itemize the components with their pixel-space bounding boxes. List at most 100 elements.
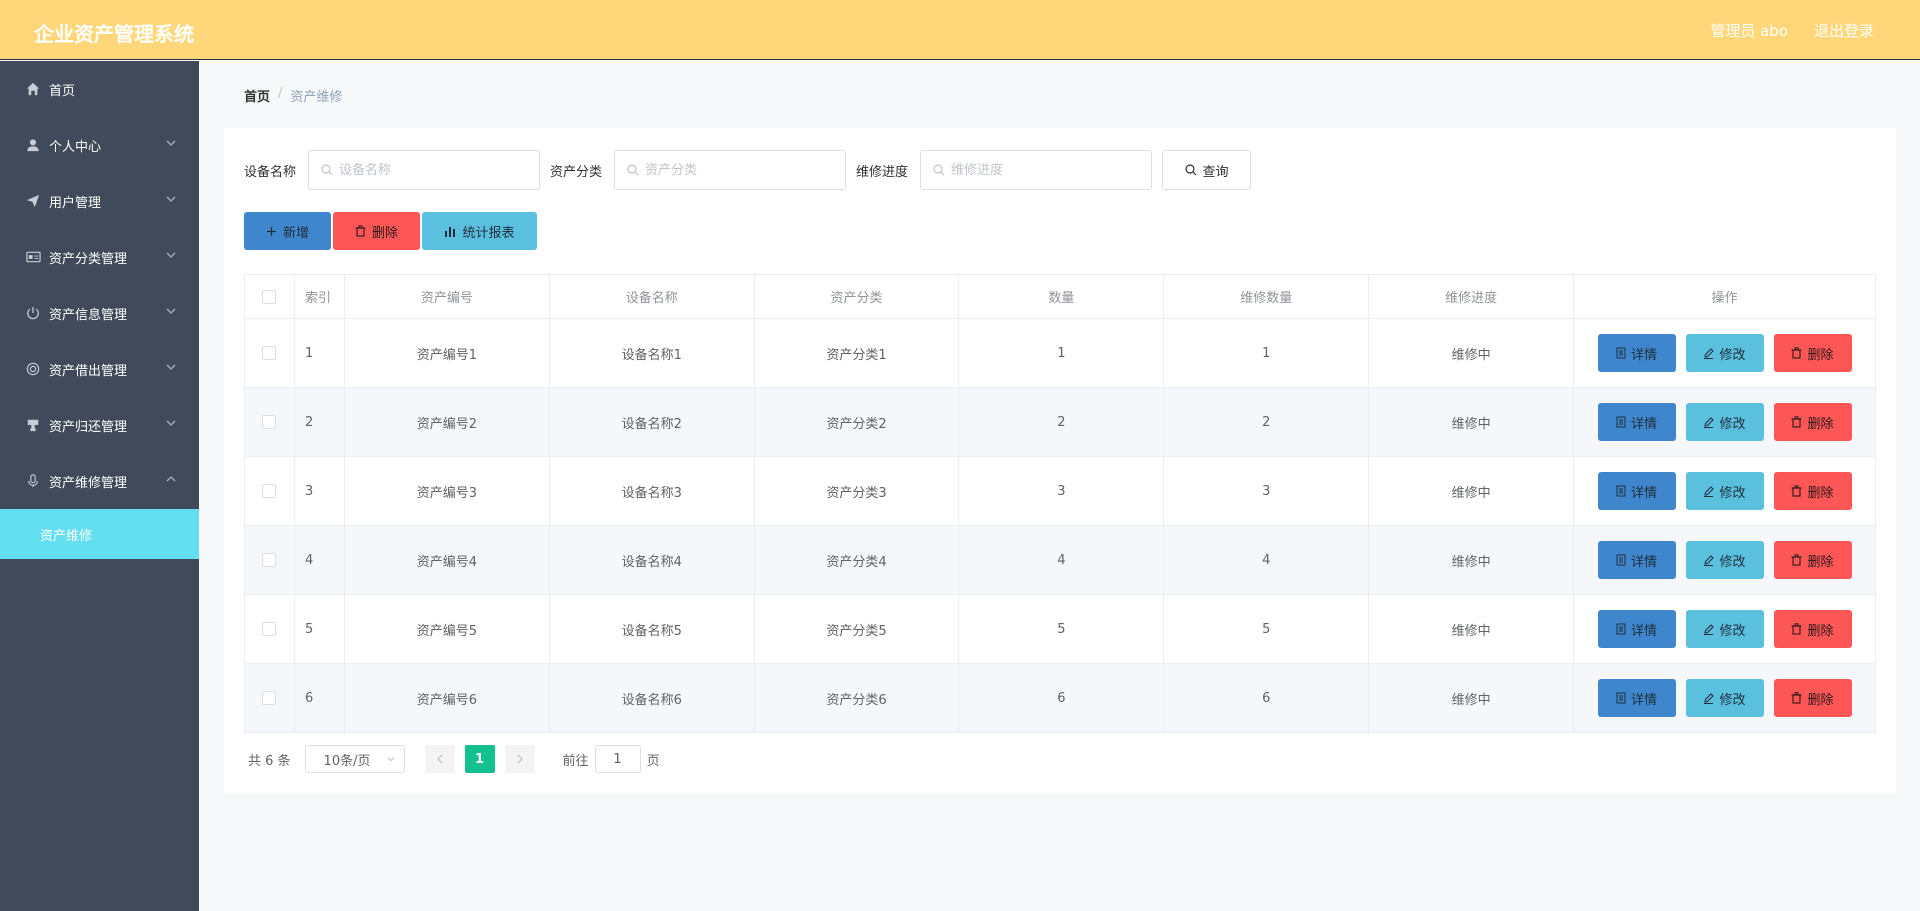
sidebar-item-asset-category[interactable]: 资产分类管理	[0, 229, 199, 285]
sidebar-item-label: 首页	[49, 83, 76, 99]
batch-delete-button[interactable]: 删除	[333, 212, 420, 250]
cell-asset-no: 资产编号4	[343, 525, 550, 595]
row-select-cell[interactable]	[244, 387, 295, 457]
cell-device-name: 设备名称6	[548, 663, 755, 733]
trash-icon	[1791, 554, 1802, 566]
cell-repair-quantity: 1	[1163, 318, 1370, 388]
edit-button[interactable]: 修改	[1685, 403, 1764, 441]
sidebar-item-user-management[interactable]: 用户管理	[0, 173, 199, 229]
select-all-checkbox[interactable]	[262, 289, 277, 304]
delete-button[interactable]: 删除	[1773, 472, 1852, 510]
column-header: 资产编号	[343, 274, 550, 319]
table-row: 4 资产编号4 设备名称4 资产分类4 4 4 维修中 详情 修改 删除	[244, 525, 1876, 595]
power-icon	[25, 305, 41, 321]
trash-icon	[1791, 347, 1802, 359]
edit-button-label: 修改	[1719, 554, 1746, 570]
detail-button[interactable]: 详情	[1597, 679, 1676, 717]
add-button[interactable]: 新增	[244, 212, 331, 250]
cell-repair-quantity: 6	[1163, 663, 1370, 733]
cell-operations: 详情 修改 删除	[1573, 387, 1876, 457]
column-header: 维修进度	[1368, 274, 1574, 319]
delete-button[interactable]: 删除	[1773, 403, 1852, 441]
cell-index: 4	[293, 525, 345, 595]
breadcrumb-current: 资产维修	[290, 90, 343, 105]
pagination-total: 共 6 条	[248, 753, 291, 769]
breadcrumb-home[interactable]: 首页	[244, 86, 270, 105]
query-button[interactable]: 查询	[1162, 150, 1252, 190]
detail-button-label: 详情	[1630, 347, 1657, 363]
row-actions: 详情 修改 删除	[1574, 334, 1875, 372]
asset-category-input[interactable]	[645, 162, 836, 178]
delete-button[interactable]: 删除	[1773, 679, 1852, 717]
delete-button-label: 删除	[1807, 692, 1834, 708]
next-page-button[interactable]	[504, 745, 535, 773]
sidebar-item-asset-lending[interactable]: 资产借出管理	[0, 341, 199, 397]
row-checkbox[interactable]	[262, 346, 277, 360]
delete-button[interactable]: 删除	[1773, 610, 1852, 648]
sidebar-item-asset-repair[interactable]: 资产维修管理	[0, 453, 199, 509]
cell-asset-no: 资产编号6	[343, 663, 550, 733]
row-select-cell[interactable]	[244, 456, 295, 526]
row-checkbox[interactable]	[262, 553, 277, 567]
trash-icon	[1791, 623, 1802, 635]
delete-button[interactable]: 删除	[1773, 541, 1852, 579]
logout-link[interactable]: 退出登录	[1814, 20, 1874, 41]
home-icon	[25, 81, 41, 97]
delete-button[interactable]: 删除	[1773, 334, 1852, 372]
repair-progress-input[interactable]	[951, 162, 1142, 178]
select-all-cell[interactable]	[244, 274, 295, 319]
detail-button[interactable]: 详情	[1597, 541, 1676, 579]
edit-button[interactable]: 修改	[1685, 679, 1764, 717]
prev-page-button[interactable]	[424, 745, 455, 773]
sidebar-item-asset-return[interactable]: 资产归还管理	[0, 397, 199, 453]
app-title: 企业资产管理系统	[34, 22, 194, 46]
cell-quantity: 6	[958, 663, 1165, 733]
detail-button[interactable]: 详情	[1597, 403, 1676, 441]
page-number-current[interactable]: 1	[464, 745, 495, 773]
edit-button[interactable]: 修改	[1685, 472, 1764, 510]
row-select-cell[interactable]	[244, 318, 295, 388]
stats-report-button[interactable]: 统计报表	[422, 212, 537, 250]
row-checkbox[interactable]	[262, 691, 277, 705]
cell-repair-progress: 维修中	[1368, 456, 1574, 526]
sidebar-item-personal-center[interactable]: 个人中心	[0, 117, 199, 173]
device-name-input[interactable]	[339, 162, 530, 178]
cell-asset-category: 资产分类1	[753, 318, 960, 388]
row-select-cell[interactable]	[244, 594, 295, 664]
edit-button[interactable]: 修改	[1685, 610, 1764, 648]
sidebar-subitem-asset-repair[interactable]: 资产维修	[0, 509, 199, 559]
sidebar-item-asset-info[interactable]: 资产信息管理	[0, 285, 199, 341]
detail-button[interactable]: 详情	[1597, 472, 1676, 510]
row-checkbox[interactable]	[262, 415, 277, 429]
cell-index: 3	[293, 456, 345, 526]
detail-button[interactable]: 详情	[1597, 334, 1676, 372]
goto-page-input[interactable]	[594, 745, 641, 773]
edit-button[interactable]: 修改	[1685, 334, 1764, 372]
delete-button-label: 删除	[1807, 623, 1834, 639]
document-icon	[1616, 347, 1626, 359]
page-size-select[interactable]: 10条/页	[304, 745, 405, 773]
microphone-icon	[25, 473, 41, 489]
repair-table: 索引 资产编号 设备名称 资产分类 数量 维修数量 维修进度 操作 1 资产编号1…	[244, 274, 1876, 733]
goto-suffix: 页	[646, 753, 660, 769]
row-checkbox[interactable]	[262, 484, 277, 498]
detail-button[interactable]: 详情	[1597, 610, 1676, 648]
sidebar-item-home[interactable]: 首页	[0, 61, 199, 117]
table-body: 1 资产编号1 设备名称1 资产分类1 1 1 维修中 详情 修改 删除 2 资产编号2 设备名称2 资产…	[244, 318, 1876, 733]
stats-report-label: 统计报表	[462, 225, 515, 241]
row-select-cell[interactable]	[244, 663, 295, 733]
cell-asset-category: 资产分类3	[753, 456, 960, 526]
detail-button-label: 详情	[1630, 554, 1657, 570]
row-select-cell[interactable]	[244, 525, 295, 595]
cell-quantity: 2	[958, 387, 1165, 457]
chevron-down-icon	[166, 196, 176, 202]
admin-user-link[interactable]: 管理员 abo	[1710, 20, 1788, 41]
sidebar-item-label: 个人中心	[49, 139, 102, 155]
row-checkbox[interactable]	[262, 622, 277, 636]
detail-button-label: 详情	[1630, 692, 1657, 708]
document-icon	[1616, 485, 1626, 497]
edit-button[interactable]: 修改	[1685, 541, 1764, 579]
sidebar-item-label: 资产借出管理	[49, 363, 128, 379]
search-icon	[933, 164, 945, 176]
trash-icon	[1791, 692, 1802, 704]
